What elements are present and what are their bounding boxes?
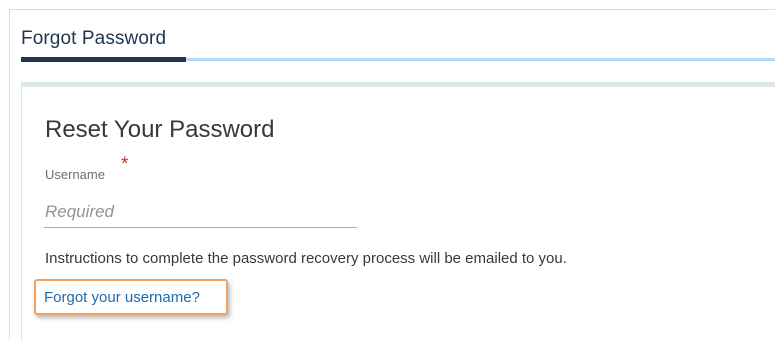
forgot-username-link[interactable]: Forgot your username? <box>44 289 200 306</box>
required-indicator: * <box>121 154 129 175</box>
instructions-text: Instructions to complete the password re… <box>45 250 567 267</box>
header-underline-active <box>21 57 186 62</box>
username-input[interactable] <box>44 196 357 228</box>
username-label: Username <box>45 167 105 182</box>
page-title: Forgot Password <box>21 28 167 49</box>
card-title: Reset Your Password <box>45 116 275 143</box>
